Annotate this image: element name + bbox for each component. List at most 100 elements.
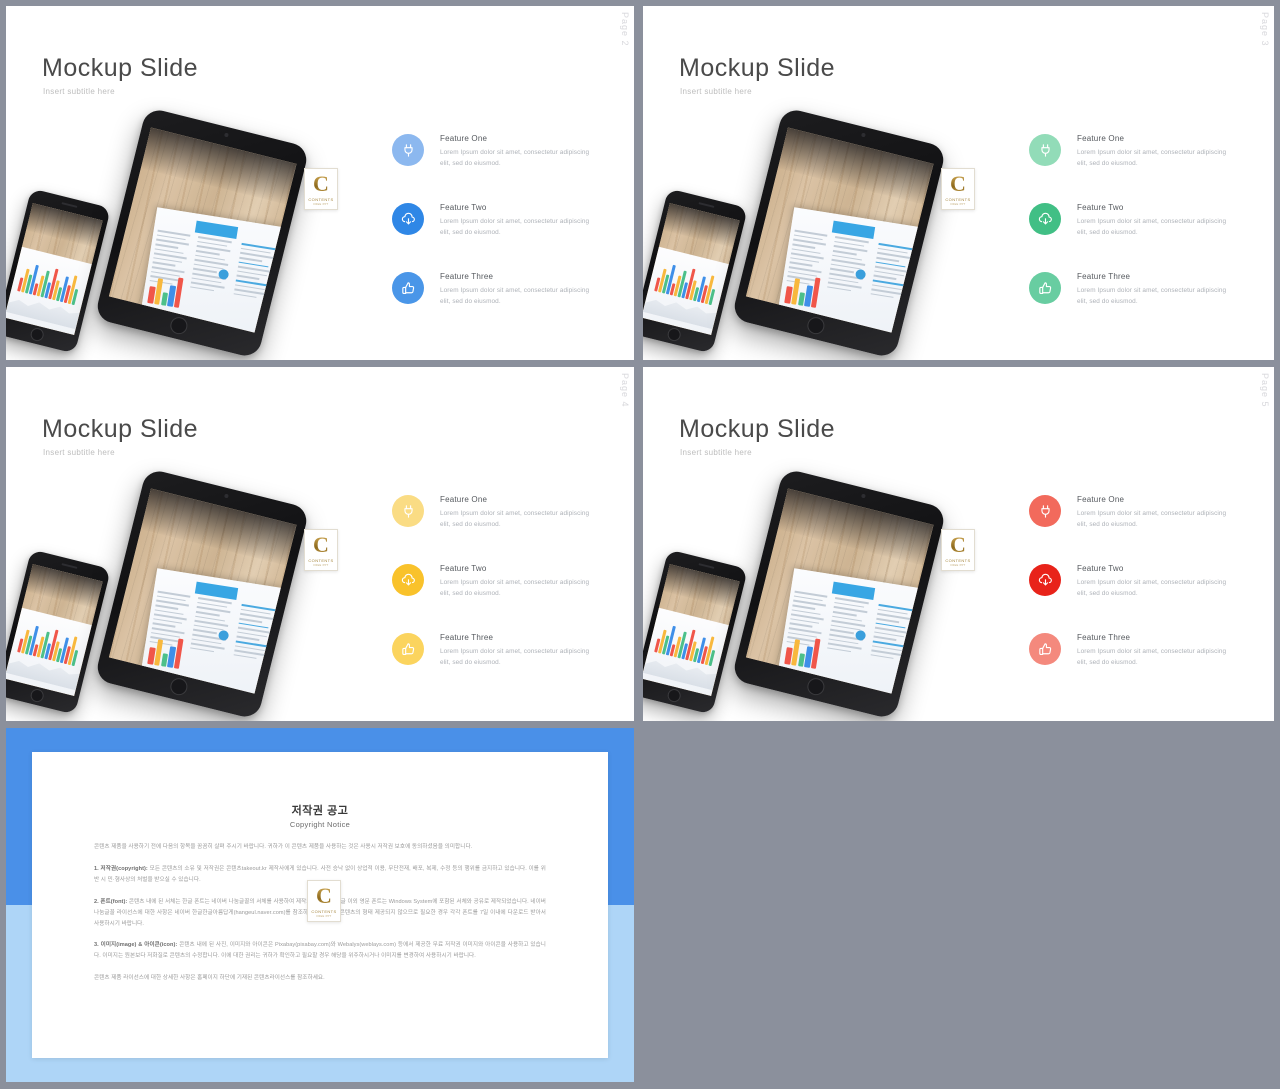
mockup-slide-4[interactable]: Page 5 Mockup Slide Insert subtitle here (643, 367, 1274, 721)
feature-title: Feature One (1077, 495, 1125, 504)
contents-logo-badge: C CONTENTS FREE PPT (941, 529, 975, 571)
feature-description: Lorem Ipsum dolor sit amet, consectetur … (1077, 218, 1227, 237)
logo-letter: C (950, 531, 966, 557)
plug-icon (392, 495, 424, 527)
feature-item[interactable]: Feature One Lorem Ipsum dolor sit amet, c… (392, 134, 602, 180)
mockup-slide-1[interactable]: Page 2 Mockup Slide Insert subtitle here (6, 6, 634, 360)
logo-letter: C (313, 531, 329, 557)
feature-description: Lorem Ipsum dolor sit amet, consectetur … (1077, 287, 1227, 306)
copyright-title: 저작권 공고 (291, 805, 349, 817)
feature-description: Lorem Ipsum dolor sit amet, consectetur … (440, 149, 590, 168)
brochure-text-line (152, 261, 176, 267)
brochure-text-line (236, 274, 260, 280)
feature-title: Feature One (440, 134, 488, 143)
feature-description: Lorem Ipsum dolor sit amet, consectetur … (1077, 510, 1227, 529)
device-mockup-group (6, 467, 351, 721)
brochure-text-line (193, 628, 217, 634)
slide-title: Mockup Slide (679, 415, 836, 443)
feature-item[interactable]: Feature Two Lorem Ipsum dolor sit amet, c… (1029, 203, 1239, 249)
brochure-column (866, 242, 912, 330)
feature-title: Feature Three (440, 272, 494, 281)
slide-title: Mockup Slide (42, 415, 199, 443)
feature-item[interactable]: Feature One Lorem Ipsum dolor sit amet, c… (1029, 495, 1239, 541)
tablet-screen (108, 127, 297, 333)
brochure-text-line (833, 610, 857, 616)
feature-title: Feature Two (440, 564, 487, 573)
tablet-mockup (94, 106, 310, 360)
feature-item[interactable]: Feature Two Lorem Ipsum dolor sit amet, c… (1029, 564, 1239, 610)
slide-subtitle: Insert subtitle here (43, 448, 115, 457)
tablet-screen (108, 488, 297, 694)
plug-icon (392, 134, 424, 166)
cloud-download-icon (1029, 203, 1061, 235)
feature-item[interactable]: Feature Three Lorem Ipsum dolor sit amet,… (392, 272, 602, 318)
phone-bar-chart (16, 619, 84, 666)
contents-logo-badge: C CONTENTS FREE PPT (941, 168, 975, 210)
brochure-text-line (833, 249, 857, 255)
brochure-text-line (789, 261, 813, 267)
phone-chart-document (6, 607, 92, 697)
feature-item[interactable]: Feature One Lorem Ipsum dolor sit amet, c… (392, 495, 602, 541)
brochure-text-line (190, 285, 214, 292)
mockup-slide-3[interactable]: Page 4 Mockup Slide Insert subtitle here (6, 367, 634, 721)
brochure-bar-chart (147, 271, 186, 308)
plug-icon (1029, 134, 1061, 166)
brochure-text-line (155, 243, 179, 249)
brochure-column (866, 603, 912, 691)
logo-letter: C (950, 170, 966, 196)
brochure-text-line (827, 646, 851, 653)
slide-subtitle: Insert subtitle here (680, 448, 752, 457)
feature-item[interactable]: Feature One Lorem Ipsum dolor sit amet, c… (1029, 134, 1239, 180)
feature-item[interactable]: Feature Two Lorem Ipsum dolor sit amet, c… (392, 203, 602, 249)
brochure-bar (810, 277, 821, 308)
feature-item[interactable]: Feature Three Lorem Ipsum dolor sit amet,… (392, 633, 602, 679)
brochure-badge-icon (854, 629, 867, 641)
feature-item[interactable]: Feature Three Lorem Ipsum dolor sit amet,… (1029, 272, 1239, 318)
brochure-text-line (827, 285, 851, 292)
brochure-bar (173, 638, 184, 669)
phone-bar-chart (653, 619, 721, 666)
mockup-slide-2[interactable]: Page 3 Mockup Slide Insert subtitle here (643, 6, 1274, 360)
page-number-label: Page 3 (1260, 12, 1270, 47)
brochure-bar-chart (784, 632, 823, 669)
phone-speaker-icon (698, 202, 715, 208)
tablet-camera-icon (861, 493, 866, 499)
thumbs-up-icon (1029, 633, 1061, 665)
brochure-text-line (193, 267, 217, 273)
slide-subtitle: Insert subtitle here (680, 87, 752, 96)
brochure-badge-icon (854, 268, 867, 280)
brochure-text-line (233, 292, 258, 298)
tablet-camera-icon (861, 132, 866, 138)
contents-logo-badge: C CONTENTS FREE PPT (304, 168, 338, 210)
feature-title: Feature Three (440, 633, 494, 642)
thumbs-up-icon (392, 272, 424, 304)
feature-item[interactable]: Feature Three Lorem Ipsum dolor sit amet,… (1029, 633, 1239, 679)
feature-title: Feature Three (1077, 633, 1131, 642)
logo-letter: C (316, 882, 332, 908)
smartphone-mockup (6, 188, 111, 354)
brochure-column (229, 242, 275, 330)
brochure-text-line (873, 274, 897, 280)
brochure-header-block (832, 219, 875, 239)
page-number-label: Page 5 (1260, 373, 1270, 408)
brochure-text-line (789, 622, 813, 628)
brochure-text-line (792, 243, 816, 249)
thumbs-up-icon (1029, 272, 1061, 304)
brochure-document (776, 206, 922, 333)
brochure-column (229, 603, 275, 691)
copyright-paragraph: 3. 이미지(image) & 아이콘(icon): 콘텐츠 내에 된 사진, … (94, 942, 546, 960)
brochure-text-line (876, 256, 900, 262)
logo-subtext: FREE PPT (313, 202, 329, 206)
phone-bar-chart (653, 258, 721, 305)
brochure-text-line (190, 646, 214, 653)
brochure-text-line (870, 653, 895, 659)
phone-speaker-icon (698, 563, 715, 569)
brochure-header-block (195, 580, 238, 600)
brochure-text-line (792, 604, 816, 610)
logo-subtext: FREE PPT (950, 202, 966, 206)
brochure-text-line (873, 635, 897, 641)
brochure-text-line (876, 617, 900, 623)
feature-item[interactable]: Feature Two Lorem Ipsum dolor sit amet, c… (392, 564, 602, 610)
copyright-slide[interactable]: 저작권 공고 Copyright Notice 콘텐츠 제품을 사용하기 전에 … (6, 728, 634, 1082)
feature-title: Feature One (440, 495, 488, 504)
